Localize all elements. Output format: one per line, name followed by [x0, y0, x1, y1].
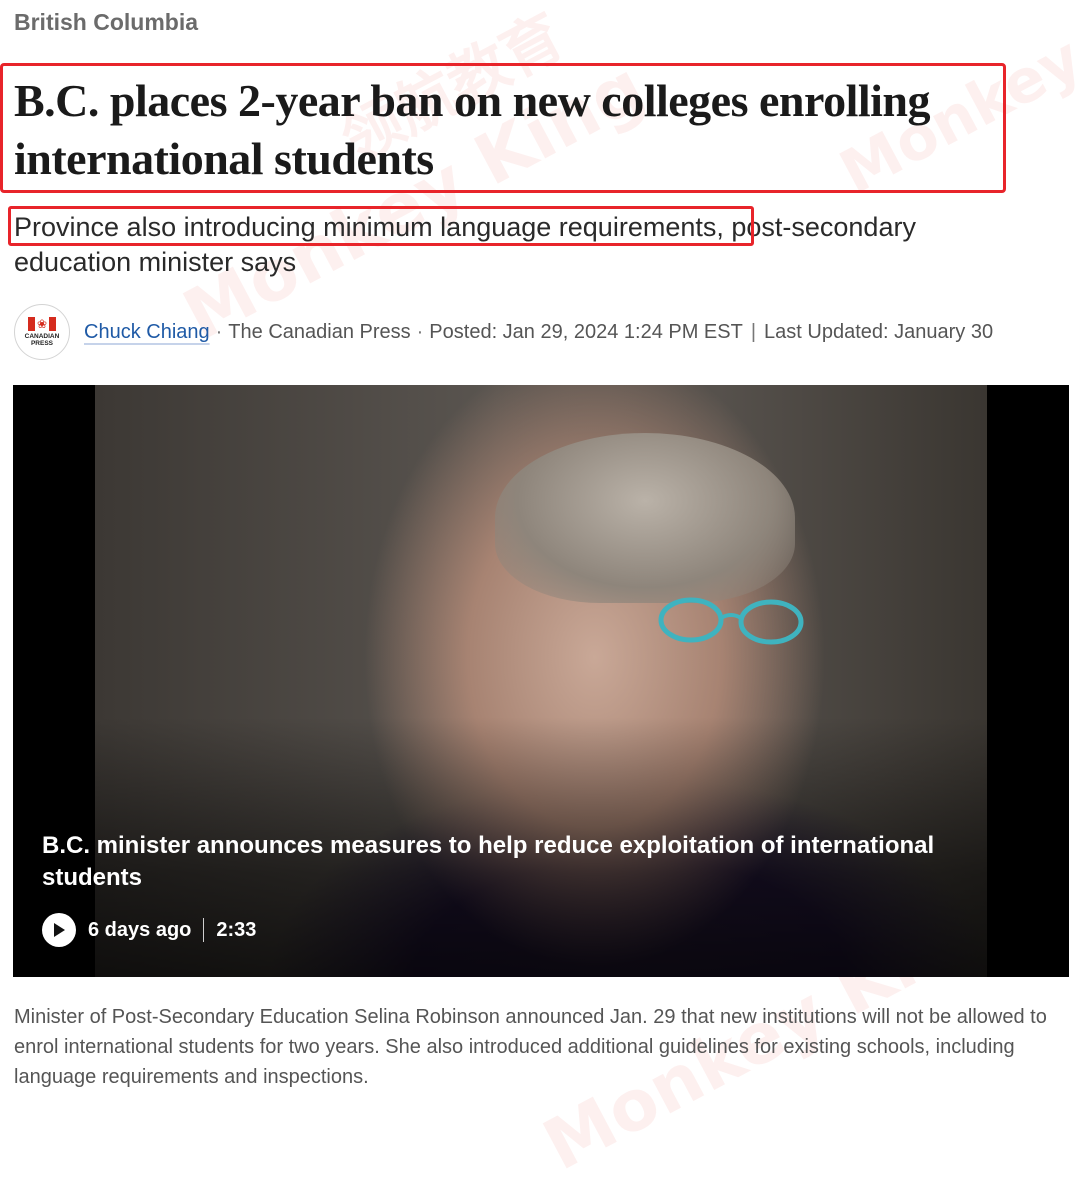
image-caption: Minister of Post-Secondary Education Sel…: [14, 1006, 1047, 1088]
video-duration: 2:33: [216, 918, 257, 941]
byline-source: The Canadian Press: [228, 320, 411, 343]
posted-date: Posted: Jan 29, 2024 1:24 PM EST: [429, 320, 743, 343]
video-meta: 6 days ago 2:33: [42, 913, 256, 947]
play-icon: [54, 923, 65, 937]
play-button[interactable]: [42, 913, 76, 947]
meta-divider: [203, 918, 205, 942]
byline-separator: ·: [215, 320, 223, 343]
video-title[interactable]: B.C. minister announces measures to help…: [42, 830, 1002, 894]
logo-text: CANADIAN PRESS: [24, 333, 60, 347]
article-headline: B.C. places 2-year ban on new colleges e…: [14, 75, 931, 184]
author-link[interactable]: Chuck Chiang: [84, 321, 210, 344]
byline-pipe: |: [750, 320, 757, 343]
byline: ❀ CANADIAN PRESS Chuck Chiang · The Cana…: [14, 302, 1074, 362]
thumbnail-figure: [495, 433, 795, 603]
updated-date: Last Updated: January 30: [764, 320, 994, 343]
byline-separator: ·: [416, 320, 424, 343]
maple-leaf-icon: ❀: [27, 317, 57, 331]
subhead-annotation-box: [8, 206, 754, 246]
video-player[interactable]: B.C. minister announces measures to help…: [13, 385, 1069, 977]
video-age: 6 days ago: [88, 918, 192, 941]
thumbnail-glasses: [658, 597, 804, 645]
canadian-press-logo: ❀ CANADIAN PRESS: [14, 304, 70, 360]
section-label[interactable]: British Columbia: [14, 9, 198, 36]
